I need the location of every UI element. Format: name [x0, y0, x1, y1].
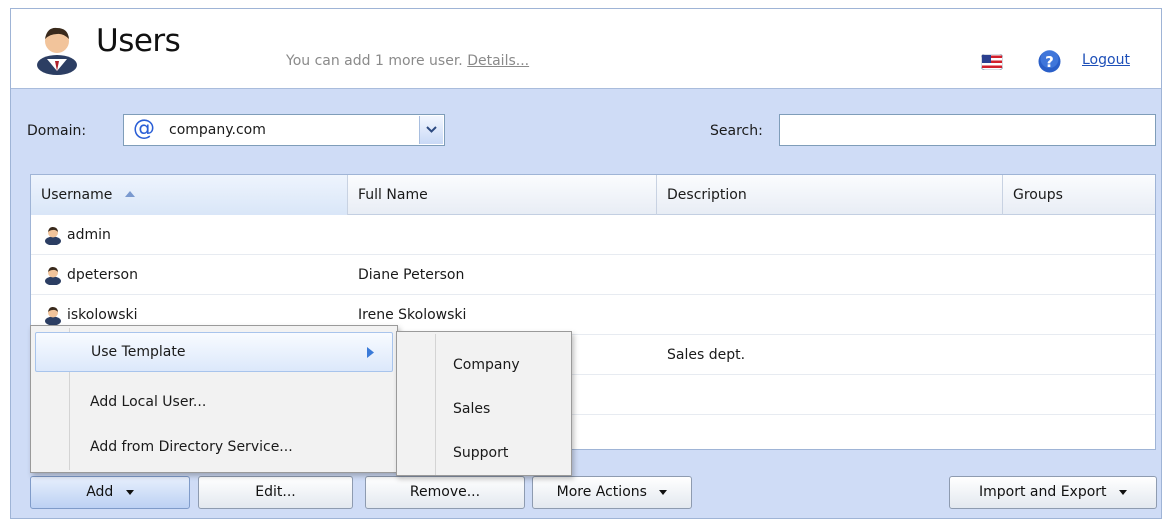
submenu-arrow-icon: [367, 347, 374, 358]
template-submenu: Company Sales Support: [396, 331, 572, 476]
add-button[interactable]: Add: [30, 476, 190, 509]
user-icon: [45, 226, 61, 245]
svg-text:?: ?: [1045, 53, 1054, 71]
caret-down-icon: [125, 490, 134, 495]
page-header: Users You can add 1 more user. Details..…: [11, 9, 1161, 89]
sort-ascending-icon: [124, 191, 135, 197]
column-header-username[interactable]: Username: [31, 175, 348, 215]
add-menu: Use Template Add Local User... Add from …: [30, 325, 398, 473]
domain-label: Domain:: [27, 123, 87, 139]
menu-item-add-local-user[interactable]: Add Local User...: [35, 382, 393, 422]
page-title: Users: [96, 23, 181, 59]
submenu-item-support[interactable]: Support: [401, 432, 569, 474]
user-icon: [45, 266, 61, 285]
us-flag-icon[interactable]: [981, 54, 1003, 70]
column-header-groups[interactable]: Groups: [1003, 175, 1155, 215]
table-row[interactable]: dpeterson Diane Peterson: [31, 255, 1155, 295]
user-limit-notice: You can add 1 more user. Details...: [286, 53, 529, 69]
import-export-button[interactable]: Import and Export: [949, 476, 1157, 509]
user-limit-text: You can add 1 more user.: [286, 53, 463, 69]
chevron-down-icon: [426, 126, 437, 133]
search-input[interactable]: [779, 114, 1156, 146]
user-icon: [45, 306, 61, 325]
logout-link[interactable]: Logout: [1082, 52, 1130, 68]
more-actions-button[interactable]: More Actions: [532, 476, 692, 509]
description-cell: Sales dept.: [667, 347, 746, 363]
username-cell: admin: [67, 227, 111, 243]
table-row[interactable]: admin: [31, 215, 1155, 255]
users-icon: [37, 27, 77, 75]
submenu-item-company[interactable]: Company: [401, 344, 569, 386]
column-header-description[interactable]: Description: [657, 175, 1003, 215]
details-link[interactable]: Details...: [467, 53, 529, 69]
caret-down-icon: [659, 490, 668, 495]
menu-item-add-from-directory[interactable]: Add from Directory Service...: [35, 427, 393, 467]
domain-dropdown-button[interactable]: [419, 116, 443, 144]
menu-item-use-template[interactable]: Use Template: [35, 332, 393, 372]
username-cell: dpeterson: [67, 267, 138, 283]
full-name-cell: Diane Peterson: [358, 267, 465, 283]
edit-button[interactable]: Edit...: [198, 476, 353, 509]
caret-down-icon: [1118, 490, 1127, 495]
table-header: Username Full Name Description Groups: [31, 175, 1155, 215]
column-header-full-name[interactable]: Full Name: [348, 175, 657, 215]
submenu-item-sales[interactable]: Sales: [401, 388, 569, 430]
domain-value: company.com: [169, 122, 266, 138]
help-icon[interactable]: ?: [1038, 50, 1061, 73]
at-sign-icon: @: [133, 116, 155, 141]
search-label: Search:: [710, 123, 763, 139]
remove-button[interactable]: Remove...: [365, 476, 525, 509]
domain-select[interactable]: @ company.com: [123, 114, 445, 146]
